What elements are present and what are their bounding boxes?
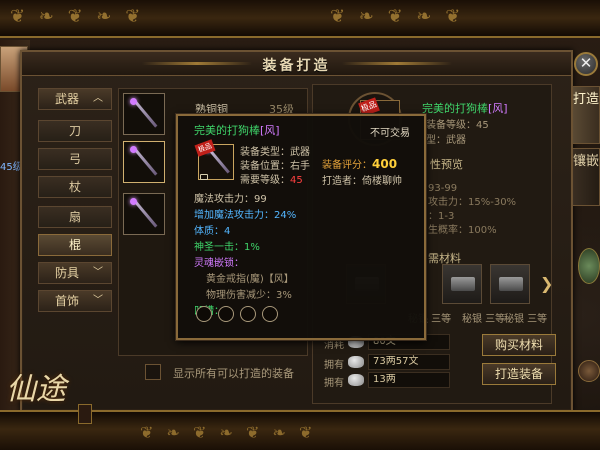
cost-label: 拥有 xyxy=(324,378,344,389)
preview-line: 93-99 xyxy=(428,183,458,194)
cost-value: 13两 xyxy=(368,372,450,388)
chevron-up-icon: ︿ xyxy=(93,93,103,104)
cost-value: 73两57文 xyxy=(368,354,450,370)
category-panel: 武器 ︿ 刀 弓 杖 扇 棍 防具 ﹀ 首饰 ﹀ xyxy=(38,88,114,316)
gem-icon xyxy=(130,146,137,153)
category-weapon[interactable]: 武器 ︿ xyxy=(38,88,112,110)
material-slot[interactable] xyxy=(442,264,482,304)
chevron-right-icon[interactable]: ❯ xyxy=(540,274,553,293)
material-slot[interactable] xyxy=(490,264,530,304)
tooltip-score: 装备评分：400 打造者：倚楼聊帅 xyxy=(322,156,402,190)
item-tooltip: 完美的打狗棒[风] 不可交易 极品 装备类型：武器 装备位置：右手 需要等级：4… xyxy=(176,114,426,340)
window-title: 装备打造 xyxy=(262,58,331,74)
stat-req-value: 45 xyxy=(290,175,303,186)
category-blade[interactable]: 刀 xyxy=(38,120,112,142)
chevron-down-icon: ﹀ xyxy=(93,295,103,306)
recipe-slot[interactable] xyxy=(123,93,165,135)
recipe-slot-selected[interactable] xyxy=(123,141,165,183)
crafter-name: 打造者：倚楼聊帅 xyxy=(322,176,402,187)
tab-inlay[interactable]: 镶嵌 xyxy=(572,148,600,206)
socket-slot xyxy=(196,306,212,322)
attr-magic-attack: 魔法攻击力：99 xyxy=(194,194,267,205)
category-label: 武器 xyxy=(55,92,80,106)
detail-type: 型：武器 xyxy=(426,135,466,146)
logo-seal xyxy=(78,404,92,424)
category-label: 防具 xyxy=(55,266,80,280)
title-bar: 装备打造 xyxy=(22,52,571,76)
socket-slot xyxy=(262,306,278,322)
silver-coin-icon xyxy=(348,374,364,386)
close-button[interactable]: ✕ xyxy=(574,52,598,76)
ornament-swirl: ❦ ❧ ❦ ❧ ❦ xyxy=(330,6,465,27)
detail-wind-tag: [风] xyxy=(488,102,508,115)
stat-req-label: 需要等级： xyxy=(240,175,290,186)
ingot-icon xyxy=(451,277,475,291)
category-armor[interactable]: 防具 ﹀ xyxy=(38,262,112,284)
tooltip-bind-status: 不可交易 xyxy=(370,128,410,139)
preview-title: 性预览 xyxy=(430,158,463,171)
show-all-toggle[interactable]: 显示所有可以打造的装备 xyxy=(145,362,325,382)
stat-type: 装备类型：武器 xyxy=(240,147,310,158)
preview-line: ：1-3 xyxy=(428,211,455,222)
tooltip-item-name: 完美的打狗棒[风] xyxy=(194,122,280,138)
ornament-swirl: ❦ ❧ ❦ ❧ ❦ ❧ ❦ xyxy=(140,423,317,442)
right-tab-strip: 打造 镶嵌 xyxy=(572,86,600,206)
preview-line: 攻击力：15%-30% xyxy=(428,197,517,208)
lock-icon xyxy=(200,174,208,180)
tooltip-stats: 装备类型：武器 装备位置：右手 需要等级：45 xyxy=(240,146,310,188)
tooltip-attributes: 魔法攻击力：99 增加魔法攻击力：24% 体质：4 神圣一击：1% 灵魂嵌锁： … xyxy=(194,192,296,320)
category-fan[interactable]: 扇 xyxy=(38,206,112,228)
detail-name-text: 完美的打狗棒 xyxy=(422,102,488,115)
craft-equipment-button[interactable]: 打造装备 xyxy=(482,363,556,385)
material-label: 秘银 三等 xyxy=(504,314,548,325)
recipe-slot[interactable] xyxy=(123,193,165,235)
score-value: 400 xyxy=(372,157,398,171)
detail-item-name: 完美的打狗棒[风] xyxy=(422,100,508,116)
buy-materials-button[interactable]: 购买材料 xyxy=(482,334,556,356)
detail-level: 装备等级：45 xyxy=(426,120,489,131)
material-label: 秘银 三等 xyxy=(462,314,506,325)
attr-bonus-magic: 增加魔法攻击力：24% xyxy=(194,210,297,221)
attr-stamina: 体质：4 xyxy=(194,226,231,237)
socket-slot xyxy=(218,306,234,322)
category-staff[interactable]: 杖 xyxy=(38,176,112,198)
top-border-ornament: ❦ ❧ ❦ ❧ ❦ ❦ ❧ ❦ ❧ ❦ xyxy=(0,0,600,38)
right-side-orb[interactable] xyxy=(578,360,600,382)
category-label: 首饰 xyxy=(55,294,80,308)
chevron-down-icon: ﹀ xyxy=(93,267,103,278)
tooltip-name-text: 完美的打狗棒 xyxy=(194,124,260,137)
owned-row: 拥有 73两57文 xyxy=(324,354,454,372)
close-icon: ✕ xyxy=(579,54,593,72)
category-jewelry[interactable]: 首饰 ﹀ xyxy=(38,290,112,312)
preview-line: 生概率：100% xyxy=(428,225,497,236)
preview-lines: 93-99 攻击力：15%-30% ：1-3 生概率：100% xyxy=(428,182,516,238)
gem-icon xyxy=(130,98,137,105)
gem-icon xyxy=(130,198,137,205)
socket-slot xyxy=(240,306,256,322)
category-bow[interactable]: 弓 xyxy=(38,148,112,170)
show-all-checkbox[interactable] xyxy=(145,364,161,380)
ornament-swirl: ❦ ❧ ❦ ❧ ❦ xyxy=(10,6,145,27)
stat-required-level: 需要等级：45 xyxy=(240,174,310,188)
show-all-label: 显示所有可以打造的装备 xyxy=(173,367,294,380)
soul-line: 黄金戒指(魔)【风】 xyxy=(206,274,294,285)
tab-craft[interactable]: 打造 xyxy=(572,86,600,144)
tooltip-wind-tag: [风] xyxy=(260,124,280,137)
soul-lock-title: 灵魂嵌锁： xyxy=(194,258,244,269)
category-cudgel[interactable]: 棍 xyxy=(38,234,112,256)
stat-slot: 装备位置：右手 xyxy=(240,161,310,172)
soul-line: 物理伤害减少：3% xyxy=(206,290,292,301)
attr-divine-strike: 神圣一击：1% xyxy=(194,242,260,253)
ingot-icon xyxy=(499,277,523,291)
game-logo: 仙途 xyxy=(6,364,94,430)
silver-coin-icon xyxy=(348,356,364,368)
right-side-avatar[interactable] xyxy=(578,248,600,284)
score-label: 装备评分： xyxy=(322,160,372,171)
owned-row: 拥有 13两 xyxy=(324,372,454,390)
cost-label: 拥有 xyxy=(324,360,344,371)
